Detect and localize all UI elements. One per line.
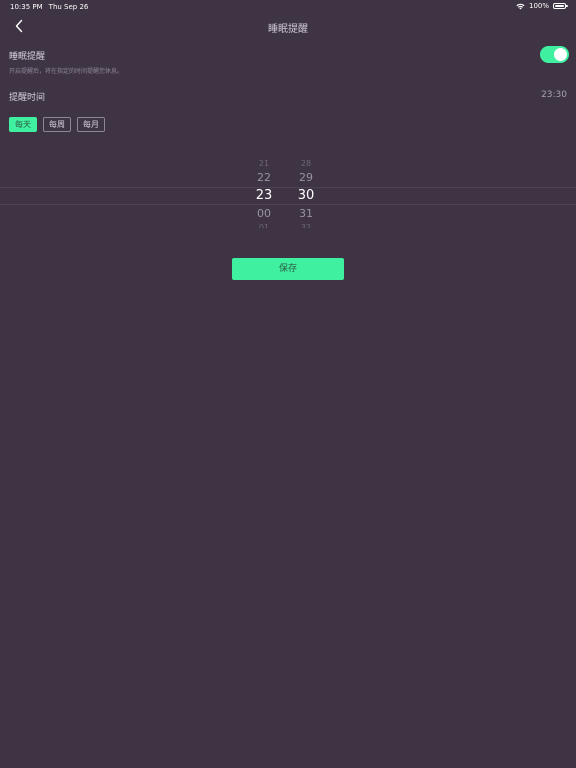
wifi-icon xyxy=(516,3,525,10)
frequency-monthly-chip[interactable]: 每月 xyxy=(77,117,105,132)
minute-option: 29 xyxy=(299,171,313,184)
battery-percent: 100% xyxy=(528,2,549,10)
status-bar: 10:35 PM Thu Sep 26 100% xyxy=(0,0,576,14)
minute-selected: 30 xyxy=(297,188,315,203)
frequency-daily-chip[interactable]: 每天 xyxy=(9,117,37,132)
hour-selected: 23 xyxy=(255,188,273,203)
page-title: 睡眠提醒 xyxy=(268,24,308,35)
reminder-time-label: 提醒时间 xyxy=(9,93,46,103)
time-picker: 21 22 23 00 01 28 29 30 31 32 xyxy=(0,156,576,232)
save-button[interactable]: 保存 xyxy=(232,258,344,280)
hour-option: 22 xyxy=(257,171,271,184)
minute-option: 32 xyxy=(300,223,312,232)
reminder-title: 睡眠提醒 xyxy=(9,52,46,62)
minute-option: 28 xyxy=(300,159,312,168)
hour-option: 21 xyxy=(258,159,270,168)
picker-selection-line-bottom xyxy=(0,204,576,205)
reminder-time-value: 23:30 xyxy=(541,90,567,100)
status-left: 10:35 PM Thu Sep 26 xyxy=(10,3,88,11)
status-time: 10:35 PM xyxy=(10,3,43,11)
toggle-knob xyxy=(554,48,567,61)
hour-option: 00 xyxy=(257,207,271,220)
sleep-reminder-row: 睡眠提醒 开启提醒后，将在指定的时间提醒您休息。 xyxy=(9,46,569,80)
frequency-options: 每天 每周 每月 xyxy=(9,117,105,132)
minute-option: 31 xyxy=(299,207,313,220)
reminder-description: 开启提醒后，将在指定的时间提醒您休息。 xyxy=(9,68,124,75)
hour-option: 01 xyxy=(258,223,270,232)
reminder-time-row[interactable]: 提醒时间 23:30 xyxy=(9,88,567,104)
reminder-toggle[interactable] xyxy=(540,46,569,63)
status-right: 100% xyxy=(516,2,568,10)
battery-icon xyxy=(553,3,568,9)
frequency-weekly-chip[interactable]: 每周 xyxy=(43,117,71,132)
status-date: Thu Sep 26 xyxy=(48,3,89,11)
nav-bar: 睡眠提醒 xyxy=(0,14,576,40)
